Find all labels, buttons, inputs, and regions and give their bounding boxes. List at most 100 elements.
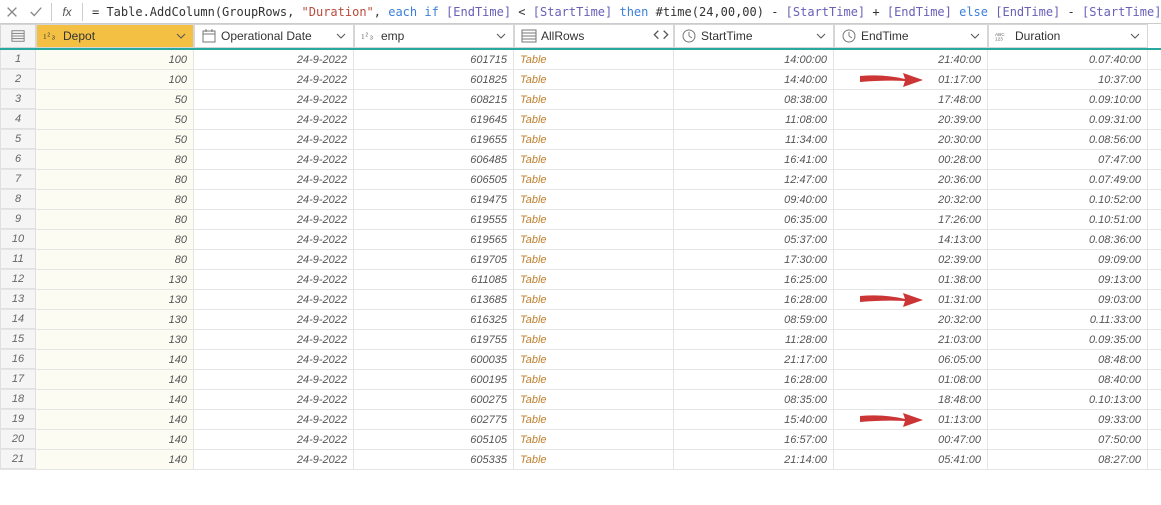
cell-allrows-link[interactable]: Table [514,310,674,329]
cell-emp[interactable]: 602775 [354,410,514,429]
row-number[interactable]: 4 [0,110,36,129]
table-row[interactable]: 78024-9-2022606505Table12:47:0020:36:000… [0,170,1161,190]
cell-duration[interactable]: 0.10:52:00 [988,190,1148,209]
table-row[interactable]: 1714024-9-2022600195Table16:28:0001:08:0… [0,370,1161,390]
cell-emp[interactable]: 611085 [354,270,514,289]
cell-allrows-link[interactable]: Table [514,170,674,189]
cell-starttime[interactable]: 21:17:00 [674,350,834,369]
cell-starttime[interactable]: 11:28:00 [674,330,834,349]
table-row[interactable]: 1213024-9-2022611085Table16:25:0001:38:0… [0,270,1161,290]
column-header-duration[interactable]: ABC123 Duration [988,24,1148,48]
row-number[interactable]: 12 [0,270,36,289]
cell-depot[interactable]: 140 [36,370,194,389]
table-row[interactable]: 1313024-9-2022613685Table16:28:0001:31:0… [0,290,1161,310]
cell-operational-date[interactable]: 24-9-2022 [194,430,354,449]
filter-dropdown-button[interactable] [967,27,983,45]
cell-endtime[interactable]: 21:03:00 [834,330,988,349]
cell-allrows-link[interactable]: Table [514,190,674,209]
cell-depot[interactable]: 140 [36,390,194,409]
table-row[interactable]: 2114024-9-2022605335Table21:14:0005:41:0… [0,450,1161,470]
cell-starttime[interactable]: 14:00:00 [674,50,834,69]
cell-starttime[interactable]: 05:37:00 [674,230,834,249]
cell-emp[interactable]: 601825 [354,70,514,89]
cell-allrows-link[interactable]: Table [514,250,674,269]
cell-depot[interactable]: 80 [36,190,194,209]
table-row[interactable]: 45024-9-2022619645Table11:08:0020:39:000… [0,110,1161,130]
cell-depot[interactable]: 80 [36,150,194,169]
cell-starttime[interactable]: 09:40:00 [674,190,834,209]
cell-allrows-link[interactable]: Table [514,270,674,289]
cell-endtime[interactable]: 20:39:00 [834,110,988,129]
cell-operational-date[interactable]: 24-9-2022 [194,150,354,169]
cell-depot[interactable]: 50 [36,90,194,109]
cell-allrows-link[interactable]: Table [514,70,674,89]
cell-duration[interactable]: 0.07:40:00 [988,50,1148,69]
cell-allrows-link[interactable]: Table [514,430,674,449]
cell-endtime[interactable]: 18:48:00 [834,390,988,409]
expand-column-button[interactable] [653,27,669,45]
row-number[interactable]: 1 [0,50,36,69]
cell-operational-date[interactable]: 24-9-2022 [194,50,354,69]
row-number[interactable]: 16 [0,350,36,369]
row-number[interactable]: 8 [0,190,36,209]
cell-operational-date[interactable]: 24-9-2022 [194,110,354,129]
table-row[interactable]: 68024-9-2022606485Table16:41:0000:28:000… [0,150,1161,170]
cell-allrows-link[interactable]: Table [514,210,674,229]
cell-operational-date[interactable]: 24-9-2022 [194,370,354,389]
column-header-starttime[interactable]: StartTime [674,24,834,48]
column-header-operational-date[interactable]: Operational Date [194,24,354,48]
cell-endtime[interactable]: 01:08:00 [834,370,988,389]
cell-depot[interactable]: 140 [36,410,194,429]
row-number[interactable]: 11 [0,250,36,269]
cell-operational-date[interactable]: 24-9-2022 [194,70,354,89]
table-row[interactable]: 1814024-9-2022600275Table08:35:0018:48:0… [0,390,1161,410]
cell-starttime[interactable]: 11:34:00 [674,130,834,149]
cell-emp[interactable]: 606505 [354,170,514,189]
cell-duration[interactable]: 07:50:00 [988,430,1148,449]
table-row[interactable]: 1914024-9-2022602775Table15:40:0001:13:0… [0,410,1161,430]
cell-allrows-link[interactable]: Table [514,130,674,149]
cell-starttime[interactable]: 08:59:00 [674,310,834,329]
row-number[interactable]: 14 [0,310,36,329]
cell-allrows-link[interactable]: Table [514,350,674,369]
row-number[interactable]: 5 [0,130,36,149]
cell-depot[interactable]: 80 [36,210,194,229]
cell-duration[interactable]: 09:33:00 [988,410,1148,429]
cell-duration[interactable]: 0.09:10:00 [988,90,1148,109]
cell-operational-date[interactable]: 24-9-2022 [194,90,354,109]
cell-depot[interactable]: 130 [36,310,194,329]
cell-duration[interactable]: 0.10:51:00 [988,210,1148,229]
cancel-formula-button[interactable] [0,1,24,23]
column-header-allrows[interactable]: AllRows [514,24,674,48]
cell-depot[interactable]: 130 [36,270,194,289]
cell-duration[interactable]: 09:13:00 [988,270,1148,289]
cell-starttime[interactable]: 21:14:00 [674,450,834,469]
cell-operational-date[interactable]: 24-9-2022 [194,330,354,349]
cell-endtime[interactable]: 01:31:00 [834,290,988,309]
cell-endtime[interactable]: 02:39:00 [834,250,988,269]
row-number[interactable]: 19 [0,410,36,429]
cell-operational-date[interactable]: 24-9-2022 [194,450,354,469]
cell-emp[interactable]: 613685 [354,290,514,309]
cell-depot[interactable]: 100 [36,50,194,69]
cell-duration[interactable]: 0.07:49:00 [988,170,1148,189]
accept-formula-button[interactable] [24,1,48,23]
cell-endtime[interactable]: 14:13:00 [834,230,988,249]
cell-depot[interactable]: 140 [36,450,194,469]
row-number[interactable]: 17 [0,370,36,389]
table-row[interactable]: 1413024-9-2022616325Table08:59:0020:32:0… [0,310,1161,330]
table-row[interactable]: 118024-9-2022619705Table17:30:0002:39:00… [0,250,1161,270]
select-all-cell[interactable] [0,24,36,48]
cell-endtime[interactable]: 01:13:00 [834,410,988,429]
cell-depot[interactable]: 130 [36,290,194,309]
cell-endtime[interactable]: 06:05:00 [834,350,988,369]
cell-endtime[interactable]: 20:30:00 [834,130,988,149]
cell-duration[interactable]: 10:37:00 [988,70,1148,89]
cell-duration[interactable]: 08:40:00 [988,370,1148,389]
cell-allrows-link[interactable]: Table [514,390,674,409]
cell-emp[interactable]: 619655 [354,130,514,149]
cell-starttime[interactable]: 16:28:00 [674,370,834,389]
cell-emp[interactable]: 619475 [354,190,514,209]
cell-endtime[interactable]: 20:36:00 [834,170,988,189]
table-row[interactable]: 2014024-9-2022605105Table16:57:0000:47:0… [0,430,1161,450]
